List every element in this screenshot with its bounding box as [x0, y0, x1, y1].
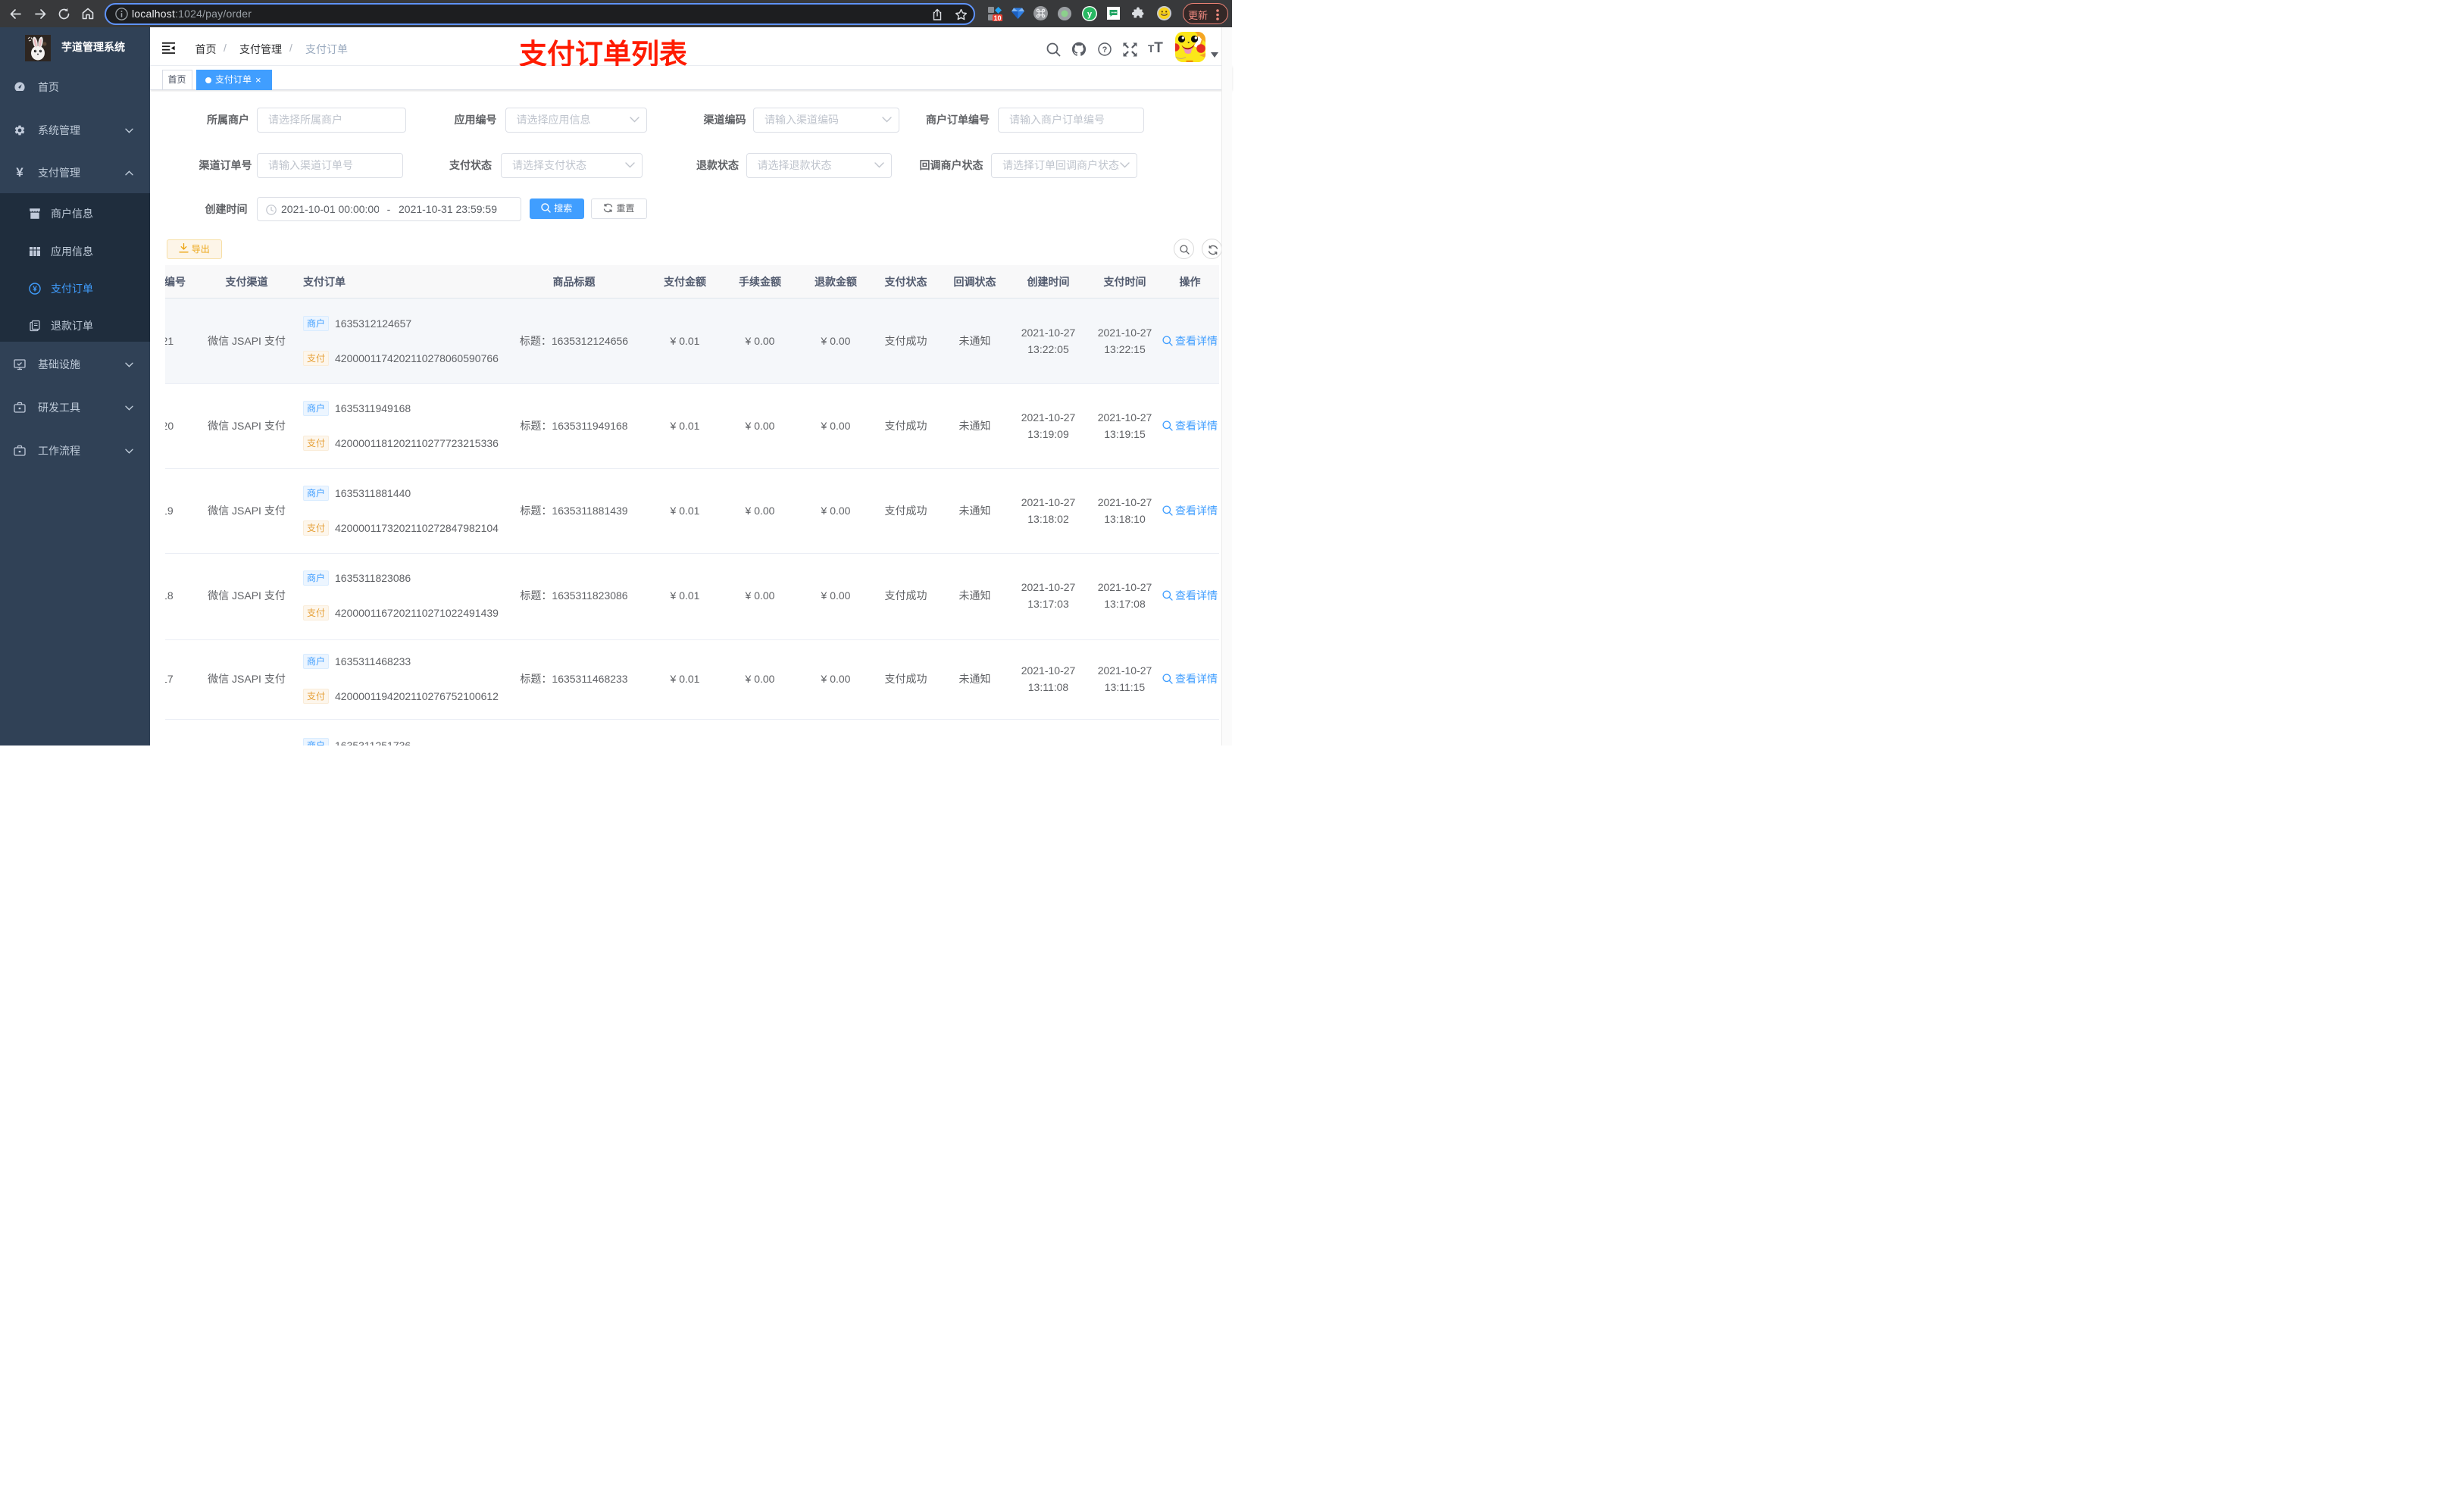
svg-text:?: ? — [1102, 45, 1108, 55]
svg-text:10: 10 — [993, 14, 1001, 21]
svg-text:¥: ¥ — [33, 286, 37, 294]
svg-text:y: y — [1087, 10, 1093, 19]
